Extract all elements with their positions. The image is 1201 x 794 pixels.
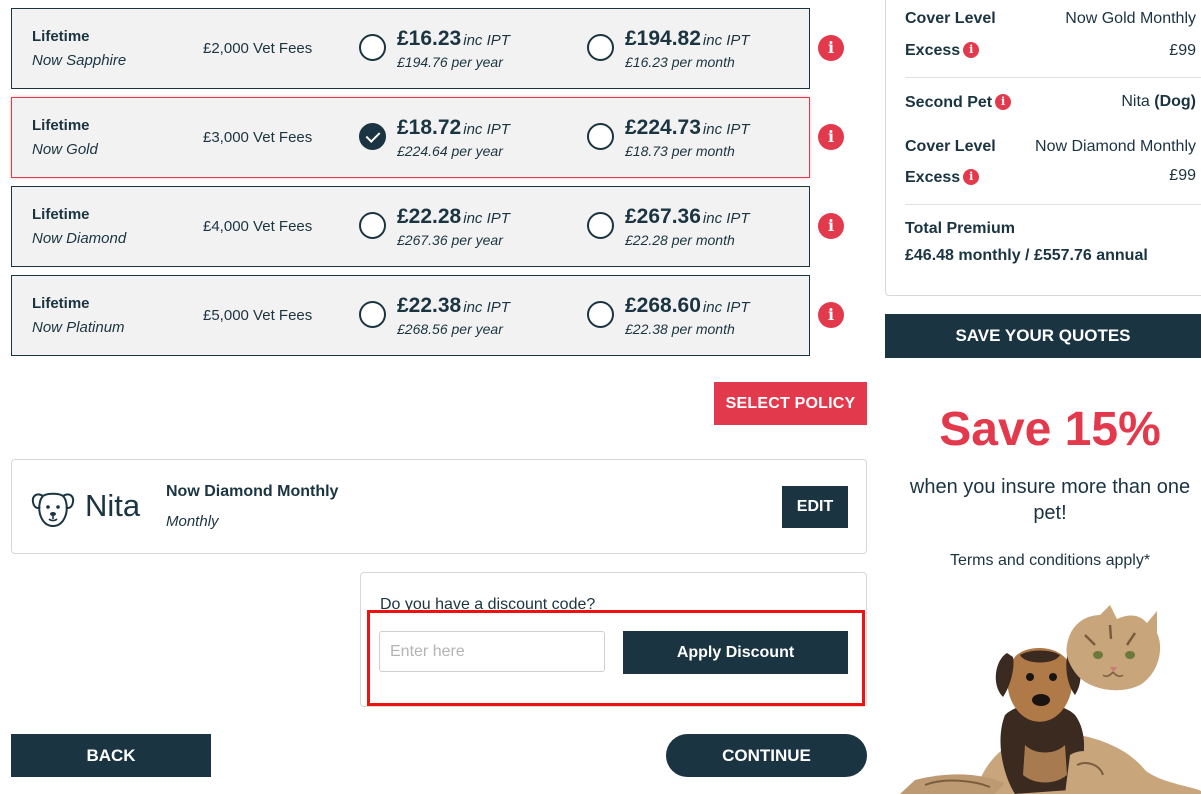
annual-price-sub: £267.36 per year bbox=[397, 232, 503, 248]
info-icon[interactable]: i bbox=[818, 302, 844, 328]
pet-card: Nita Now Diamond Monthly Monthly EDIT bbox=[11, 459, 867, 554]
excess-info-icon[interactable]: i bbox=[963, 42, 980, 58]
annual-radio[interactable] bbox=[359, 34, 386, 61]
info-icon[interactable]: i bbox=[818, 35, 844, 61]
continue-button[interactable]: CONTINUE bbox=[666, 734, 867, 777]
monthly-price: £194.82 inc IPT bbox=[625, 27, 750, 50]
annual-price: £22.38 inc IPT bbox=[397, 294, 510, 317]
pet-name: Nita bbox=[85, 488, 141, 523]
promo-headline: Save 15% bbox=[939, 403, 1161, 456]
second-cover-label: Cover Level bbox=[905, 138, 996, 155]
first-cover-value: Now Gold Monthly bbox=[1065, 10, 1196, 27]
total-premium-label: Total Premium bbox=[905, 220, 1015, 237]
policy-type: Lifetime bbox=[32, 206, 90, 223]
discount-panel: Do you have a discount code? Apply Disco… bbox=[360, 572, 867, 707]
policy-vet-fees: £5,000 Vet Fees bbox=[203, 307, 313, 324]
monthly-radio[interactable] bbox=[587, 301, 614, 328]
edit-button[interactable]: EDIT bbox=[782, 486, 848, 528]
pet-frequency: Monthly bbox=[166, 513, 219, 530]
promo-terms: Terms and conditions apply* bbox=[949, 552, 1151, 569]
monthly-radio[interactable] bbox=[587, 34, 614, 61]
monthly-price: £224.73 inc IPT bbox=[625, 116, 750, 139]
discount-question: Do you have a discount code? bbox=[380, 596, 596, 613]
policy-row-platinum[interactable]: Lifetime Now Platinum £5,000 Vet Fees £2… bbox=[11, 275, 810, 356]
second-excess-value: £99 bbox=[1169, 167, 1196, 184]
annual-price: £16.23 inc IPT bbox=[397, 27, 510, 50]
apply-discount-button[interactable]: Apply Discount bbox=[623, 631, 848, 674]
monthly-price-sub: £18.73 per month bbox=[625, 143, 735, 159]
annual-price-sub: £224.64 per year bbox=[397, 143, 503, 159]
dog-and-cat-image bbox=[900, 605, 1201, 794]
summary-divider bbox=[905, 204, 1201, 205]
select-policy-button[interactable]: SELECT POLICY bbox=[714, 382, 867, 425]
monthly-price-sub: £16.23 per month bbox=[625, 54, 735, 70]
policy-row-diamond[interactable]: Lifetime Now Diamond £4,000 Vet Fees £22… bbox=[11, 186, 810, 267]
info-icon[interactable]: i bbox=[818, 213, 844, 239]
back-button[interactable]: BACK bbox=[11, 734, 211, 777]
second-excess-label: Excess i bbox=[905, 169, 980, 187]
annual-radio[interactable] bbox=[359, 212, 386, 239]
second-pet-info-icon[interactable]: i bbox=[995, 94, 1012, 110]
policy-name: Now Platinum bbox=[32, 319, 125, 336]
quote-summary-panel: Cover Level Now Gold Monthly Excess i £99… bbox=[885, 0, 1201, 296]
info-icon[interactable]: i bbox=[818, 124, 844, 150]
total-premium-value: £46.48 monthly / £557.76 annual bbox=[905, 247, 1148, 264]
monthly-price-sub: £22.28 per month bbox=[625, 232, 735, 248]
policy-row-gold[interactable]: Lifetime Now Gold £3,000 Vet Fees £18.72… bbox=[11, 97, 810, 178]
second-cover-value: Now Diamond Monthly bbox=[1035, 138, 1196, 155]
first-excess-label: Excess i bbox=[905, 42, 980, 60]
first-excess-value: £99 bbox=[1169, 42, 1196, 59]
monthly-price: £267.36 inc IPT bbox=[625, 205, 750, 228]
summary-divider bbox=[905, 77, 1201, 78]
second-pet-label: Second Pet i bbox=[905, 94, 1012, 112]
promo-subtext: when you insure more than one pet! bbox=[909, 476, 1191, 524]
annual-price-sub: £194.76 per year bbox=[397, 54, 503, 70]
annual-price: £22.28 inc IPT bbox=[397, 205, 510, 228]
save-quotes-button[interactable]: SAVE YOUR QUOTES bbox=[885, 314, 1201, 358]
annual-radio-checked[interactable] bbox=[359, 123, 386, 150]
policy-vet-fees: £3,000 Vet Fees bbox=[203, 129, 313, 146]
pet-plan: Now Diamond Monthly bbox=[166, 483, 339, 500]
monthly-price: £268.60 inc IPT bbox=[625, 294, 750, 317]
monthly-radio[interactable] bbox=[587, 123, 614, 150]
dog-icon bbox=[31, 492, 75, 528]
annual-radio[interactable] bbox=[359, 301, 386, 328]
policy-type: Lifetime bbox=[32, 28, 90, 45]
second-pet-value: Nita (Dog) bbox=[1121, 93, 1196, 110]
policy-type: Lifetime bbox=[32, 295, 90, 312]
monthly-radio[interactable] bbox=[587, 212, 614, 239]
policy-type: Lifetime bbox=[32, 117, 90, 134]
excess-info-icon[interactable]: i bbox=[963, 169, 980, 185]
policy-vet-fees: £2,000 Vet Fees bbox=[203, 40, 313, 57]
discount-code-input[interactable] bbox=[379, 631, 605, 672]
policy-name: Now Sapphire bbox=[32, 52, 127, 69]
annual-price-sub: £268.56 per year bbox=[397, 321, 503, 337]
annual-price: £18.72 inc IPT bbox=[397, 116, 510, 139]
policy-vet-fees: £4,000 Vet Fees bbox=[203, 218, 313, 235]
policy-row-sapphire[interactable]: Lifetime Now Sapphire £2,000 Vet Fees £1… bbox=[11, 8, 810, 89]
policy-name: Now Diamond bbox=[32, 230, 127, 247]
policy-name: Now Gold bbox=[32, 141, 98, 158]
monthly-price-sub: £22.38 per month bbox=[625, 321, 735, 337]
first-cover-label: Cover Level bbox=[905, 10, 996, 27]
